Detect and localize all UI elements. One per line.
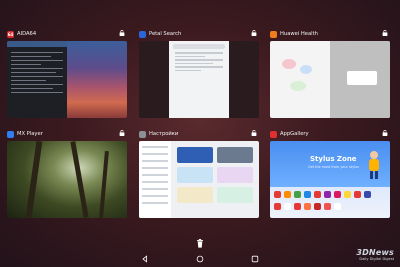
lock-app-icon[interactable] [382,130,388,136]
navigation-bar [0,252,400,267]
stylus-zone-title: Stylus Zone [310,155,357,163]
home-icon[interactable] [196,255,204,263]
card-header: MX Player [7,129,127,139]
lock-app-icon[interactable] [251,30,257,36]
app-name: Petal Search [149,31,182,37]
app-name: AppGallery [280,131,309,137]
watermark-brand: 3DNews [356,248,394,257]
app-preview-aida64[interactable] [7,41,127,118]
app-name: Huawei Health [280,31,318,37]
appgallery-icon [270,130,277,138]
recents-icon[interactable] [251,255,259,263]
app-preview-appgallery[interactable]: Stylus Zone Get the most from your stylu… [270,141,390,218]
clear-all-trash-icon[interactable] [196,239,204,248]
recent-card-mx-player[interactable]: MX Player [7,129,127,218]
card-header: Настройки [139,129,259,139]
app-preview-huawei-health[interactable] [270,41,390,118]
mx-player-icon [7,130,14,138]
settings-icon [139,130,146,138]
card-header: 64 AIDA64 [7,29,127,39]
card-header: AppGallery [270,129,390,139]
lock-app-icon[interactable] [382,30,388,36]
lock-app-icon[interactable] [251,130,257,136]
illustration-icon [369,151,379,179]
card-header: Huawei Health [270,29,390,39]
app-preview-petal-search[interactable] [139,41,259,118]
app-preview-settings[interactable] [139,141,259,218]
card-header: Petal Search [139,29,259,39]
petal-search-icon [139,30,146,38]
app-name: Настройки [149,131,179,137]
huawei-health-icon [270,30,277,38]
aida64-icon: 64 [7,30,14,38]
recent-card-settings[interactable]: Настройки [139,129,259,218]
lock-app-icon[interactable] [119,130,125,136]
lock-app-icon[interactable] [119,30,125,36]
watermark: 3DNews Daily Digital Digest [356,248,394,261]
app-name: AIDA64 [17,31,37,37]
app-name: MX Player [17,131,43,137]
recent-card-appgallery[interactable]: AppGallery Stylus Zone Get the most from… [270,129,390,218]
stylus-zone-subtitle: Get the most from your stylus [308,165,359,169]
recent-card-aida64[interactable]: 64 AIDA64 [7,29,127,118]
back-icon[interactable] [141,255,149,263]
recent-card-petal-search[interactable]: Petal Search [139,29,259,118]
recent-card-huawei-health[interactable]: Huawei Health [270,29,390,118]
app-preview-mx-player[interactable] [7,141,127,218]
watermark-tagline: Daily Digital Digest [359,257,394,261]
